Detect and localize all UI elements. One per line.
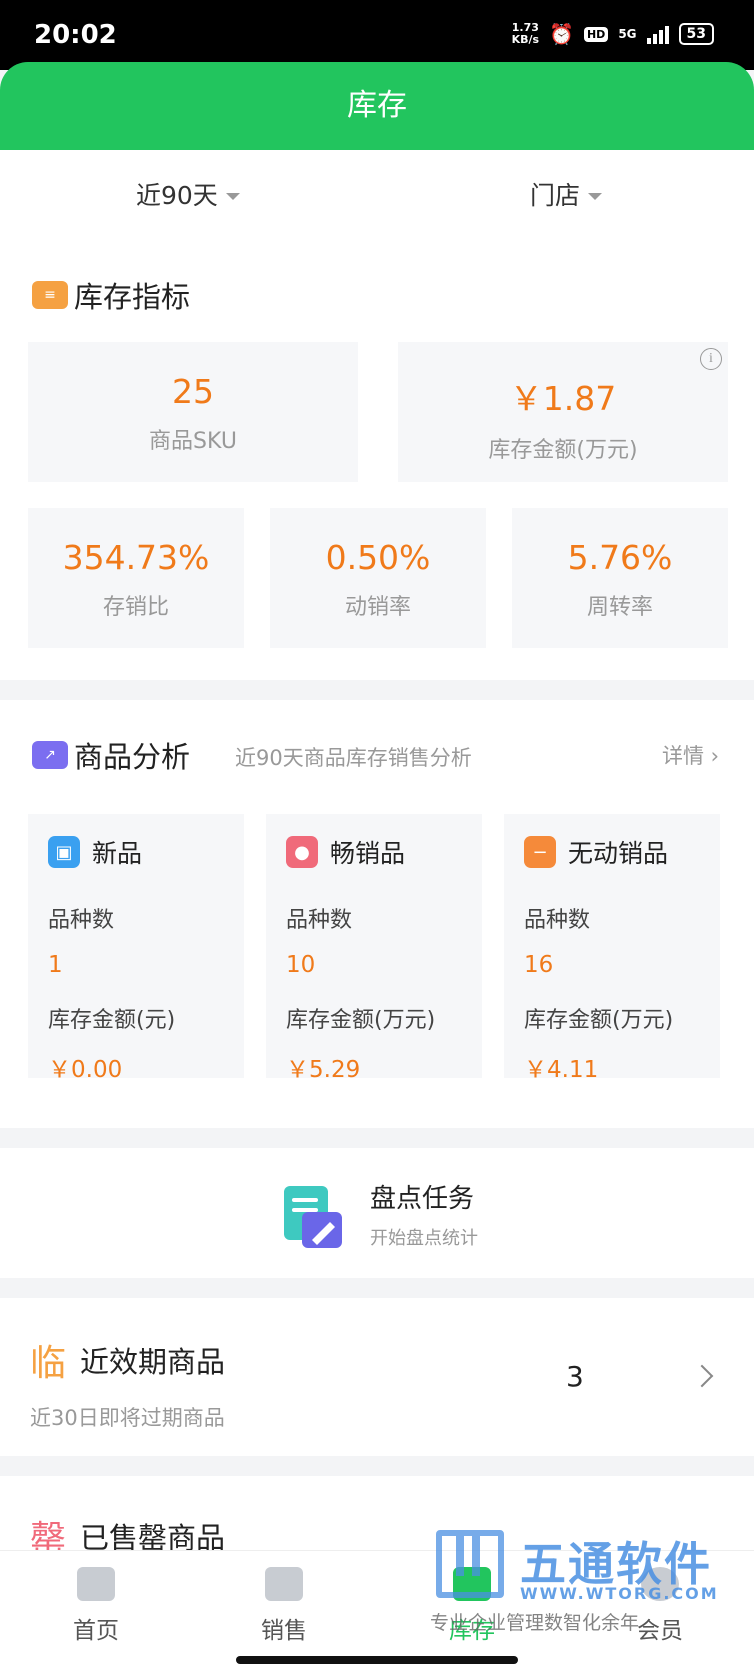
store-filter-label: 门店 xyxy=(530,181,581,210)
inventory-metrics-title: ≡ 库存指标 xyxy=(32,274,190,316)
metric-label: 周转率 xyxy=(586,595,653,620)
net-speed: 1.73 KB/s xyxy=(511,21,540,46)
caret-down-icon xyxy=(588,192,603,200)
product-analysis-section: ↗ 商品分析 近90天商品库存销售分析 详情 › ▣ 新品 品种数 1 库存金额… xyxy=(0,700,754,1128)
product-analysis-title: ↗ 商品分析 xyxy=(32,734,190,776)
amount-value: ￥4.11 xyxy=(524,1057,599,1083)
clipboard-pen-icon xyxy=(284,1186,342,1248)
metric-value: 0.50% xyxy=(325,538,431,577)
stocktake-subtitle: 开始盘点统计 xyxy=(370,1228,478,1249)
calendar-icon: ≡ xyxy=(32,281,68,309)
metric-value: 354.73% xyxy=(62,538,210,577)
metric-card-turnover-rate[interactable]: 5.76% 周转率 xyxy=(512,508,728,648)
monitor-icon xyxy=(77,1567,115,1601)
home-indicator[interactable] xyxy=(236,1656,518,1664)
product-card-new[interactable]: ▣ 新品 品种数 1 库存金额(元) ￥0.00 xyxy=(28,814,244,1083)
count-label: 品种数 xyxy=(524,908,591,933)
count-label: 品种数 xyxy=(48,908,115,933)
tab-sales[interactable]: 销售 xyxy=(224,1561,344,1645)
near-expiry-count: 3 xyxy=(566,1360,584,1393)
metric-card-inventory-amount[interactable]: i ￥1.87 库存金额(万元) xyxy=(398,342,728,482)
alarm-off-icon: ⏰ xyxy=(549,22,574,46)
metric-card-sku[interactable]: 25 商品SKU xyxy=(28,342,358,482)
info-icon[interactable]: i xyxy=(700,348,722,370)
count-label: 品种数 xyxy=(286,908,353,933)
product-card-no-sales[interactable]: − 无动销品 品种数 16 库存金额(万元) ￥4.11 xyxy=(504,814,720,1083)
signal-icon xyxy=(646,24,669,44)
near-expiry-row[interactable]: 临 近效期商品 近30日即将过期商品 3 xyxy=(0,1298,754,1456)
chevron-right-icon: › xyxy=(704,744,720,768)
caret-down-icon xyxy=(225,192,240,200)
tab-home[interactable]: 首页 xyxy=(36,1561,156,1645)
product-card-header: ▣ 新品 xyxy=(48,834,142,870)
details-link[interactable]: 详情 › xyxy=(662,740,719,770)
amount-value: ￥5.29 xyxy=(286,1057,361,1083)
store-filter[interactable]: 门店 xyxy=(530,176,603,212)
minus-icon: − xyxy=(524,836,556,868)
status-icons: 1.73 KB/s ⏰ HD 5G 53 xyxy=(512,22,714,46)
metric-card-sell-through-rate[interactable]: 0.50% 动销率 xyxy=(270,508,486,648)
metric-card-stock-sales-ratio[interactable]: 354.73% 存销比 xyxy=(28,508,244,648)
product-analysis-subtitle: 近90天商品库存销售分析 xyxy=(235,746,472,770)
amount-value: ￥0.00 xyxy=(48,1057,123,1083)
near-expiry-title: 临 近效期商品 xyxy=(30,1334,225,1386)
stocktake-title: 盘点任务 xyxy=(370,1184,475,1214)
filter-bar: 近90天 门店 xyxy=(0,150,754,240)
battery-icon: 53 xyxy=(678,23,714,45)
status-time: 20:02 xyxy=(34,20,117,50)
metric-label: 库存金额(万元) xyxy=(488,438,638,463)
metric-value: 5.76% xyxy=(567,538,673,577)
chevron-right-icon xyxy=(690,1364,714,1388)
app-bar: 库存 xyxy=(0,62,754,150)
metric-label: 存销比 xyxy=(102,595,169,620)
status-bar: 20:02 1.73 KB/s ⏰ HD 5G 53 xyxy=(0,0,754,70)
trend-chart-icon: ↗ xyxy=(32,741,68,769)
watermark-logo: 五通软件 WWW.WTORG.COM 专业企业管理数智化余年 xyxy=(430,1528,740,1634)
near-expiry-badge: 临 xyxy=(30,1343,67,1384)
product-card-bestseller[interactable]: ● 畅销品 品种数 10 库存金额(万元) ￥5.29 xyxy=(266,814,482,1083)
hd-icon: HD xyxy=(583,26,609,42)
product-card-header: − 无动销品 xyxy=(524,834,668,870)
count-value: 10 xyxy=(286,952,316,978)
wt-logo-icon xyxy=(436,1530,504,1598)
count-value: 16 xyxy=(524,952,554,978)
period-filter[interactable]: 近90天 xyxy=(136,176,240,212)
metric-label: 动销率 xyxy=(344,595,411,620)
page-title: 库存 xyxy=(347,88,407,123)
metric-value: 25 xyxy=(172,372,214,411)
stocktake-task-card[interactable]: 盘点任务 开始盘点统计 xyxy=(0,1148,754,1278)
count-value: 1 xyxy=(48,952,63,978)
period-filter-label: 近90天 xyxy=(136,181,218,210)
metric-value: ￥1.87 xyxy=(509,379,617,418)
briefcase-icon xyxy=(265,1567,303,1601)
shopping-bag-icon: ▣ xyxy=(48,836,80,868)
inventory-metrics-section: ≡ 库存指标 25 商品SKU i ￥1.87 库存金额(万元) 354.73%… xyxy=(0,240,754,680)
amount-label: 库存金额(元) xyxy=(48,1008,176,1033)
metric-label: 商品SKU xyxy=(149,429,237,454)
fire-icon: ● xyxy=(286,836,318,868)
network-type: 5G xyxy=(618,27,637,41)
product-card-header: ● 畅销品 xyxy=(286,834,405,870)
amount-label: 库存金额(万元) xyxy=(286,1008,436,1033)
near-expiry-subtitle: 近30日即将过期商品 xyxy=(30,1406,225,1430)
amount-label: 库存金额(万元) xyxy=(524,1008,674,1033)
